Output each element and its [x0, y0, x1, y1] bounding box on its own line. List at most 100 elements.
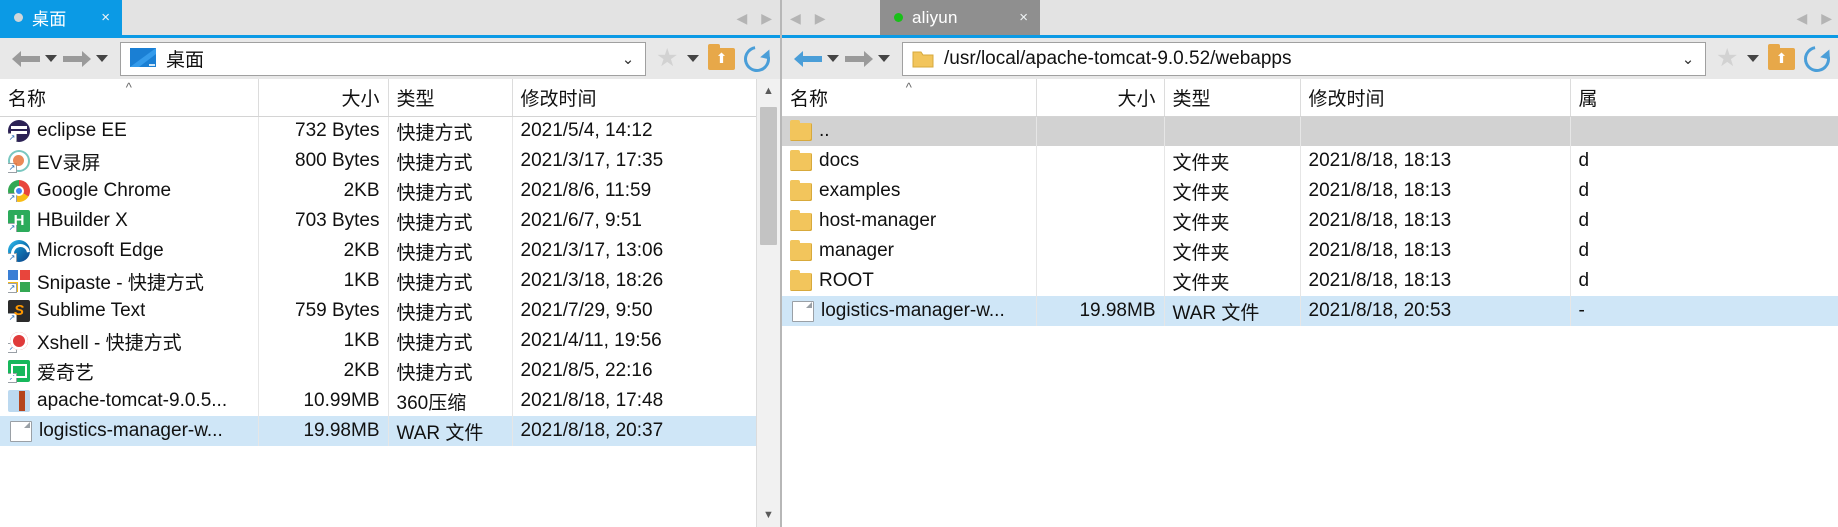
cell-size: [1036, 146, 1165, 176]
table-row[interactable]: ROOT 文件夹 2021/8/18, 18:13 d: [782, 266, 1838, 296]
shortcut-overlay-icon: ↗: [8, 133, 17, 143]
table-row[interactable]: ↗ HBuilder X 703 Bytes 快捷方式 2021/6/7, 9:…: [0, 206, 756, 236]
chevron-down-icon[interactable]: ⌄: [615, 50, 641, 68]
cell-name[interactable]: manager: [782, 236, 1037, 266]
cell-size: [1036, 176, 1165, 206]
file-name-label: Snipaste - 快捷方式: [37, 272, 204, 294]
cell-name[interactable]: ↗ eclipse EE: [0, 116, 259, 146]
tab-scroll-next-icon[interactable]: ▶: [815, 11, 826, 25]
table-row[interactable]: ↗ EV录屏 800 Bytes 快捷方式 2021/3/17, 17:35: [0, 146, 756, 176]
tab-scroll-next-end-icon[interactable]: ▶: [1821, 11, 1832, 25]
cell-name[interactable]: examples: [782, 176, 1037, 206]
column-header-name[interactable]: 名称 ^: [782, 79, 1037, 117]
cell-modified: 2021/8/18, 18:13: [1300, 266, 1571, 296]
table-row[interactable]: ↗ Xshell - 快捷方式 1KB 快捷方式 2021/4/11, 19:5…: [0, 326, 756, 356]
forward-button[interactable]: [843, 50, 892, 68]
tab-aliyun[interactable]: aliyun ×: [880, 0, 1040, 35]
cell-name[interactable]: ↗ Snipaste - 快捷方式: [0, 266, 259, 296]
scroll-up-button[interactable]: ▲: [757, 79, 780, 103]
column-header-attributes[interactable]: 属: [1570, 79, 1838, 117]
forward-history-caret-icon[interactable]: [878, 55, 890, 62]
left-file-table: 名称 ^ 大小 类型 修改时间 ↗ eclipse EE 732 Bytes 快…: [0, 79, 756, 446]
forward-history-caret-icon[interactable]: [96, 55, 108, 62]
tab-desktop[interactable]: 桌面 ×: [0, 0, 122, 35]
cell-name[interactable]: ROOT: [782, 266, 1037, 296]
cell-type: 文件夹: [1164, 206, 1301, 236]
tab-scroll-prev-end-icon[interactable]: ◀: [1796, 11, 1807, 25]
table-row[interactable]: ↗ Google Chrome 2KB 快捷方式 2021/8/6, 11:59: [0, 176, 756, 206]
file-name-label: ROOT: [819, 270, 874, 291]
cell-name[interactable]: ..: [782, 116, 1037, 146]
table-row[interactable]: ↗ 爱奇艺 2KB 快捷方式 2021/8/5, 22:16: [0, 356, 756, 386]
cell-name[interactable]: ↗ Google Chrome: [0, 176, 259, 206]
bookmark-caret-icon[interactable]: [687, 55, 699, 62]
close-icon[interactable]: ×: [1003, 10, 1028, 25]
left-address-bar[interactable]: 桌面 ⌄: [120, 41, 646, 76]
tab-scroll-prev-icon[interactable]: ◀: [790, 11, 801, 25]
file-name-label: 爱奇艺: [37, 362, 95, 384]
cell-name[interactable]: ↗ HBuilder X: [0, 206, 259, 236]
file-name-label: docs: [819, 150, 860, 171]
refresh-icon[interactable]: [1798, 40, 1836, 77]
table-row[interactable]: examples 文件夹 2021/8/18, 18:13 d: [782, 176, 1838, 206]
cell-name[interactable]: logistics-manager-w...: [782, 296, 1037, 326]
cell-name[interactable]: ↗ Microsoft Edge: [0, 236, 259, 266]
back-history-caret-icon[interactable]: [45, 55, 57, 62]
tab-scroll-prev-icon[interactable]: ◀: [736, 11, 747, 25]
column-header-type[interactable]: 类型: [388, 79, 513, 117]
cell-name[interactable]: logistics-manager-w...: [0, 416, 259, 446]
tab-scroll-next-icon[interactable]: ▶: [761, 11, 772, 25]
cell-name[interactable]: ↗ EV录屏: [0, 146, 259, 176]
scroll-thumb[interactable]: [760, 107, 777, 245]
scroll-down-button[interactable]: ▼: [757, 503, 780, 527]
chevron-down-icon[interactable]: ⌄: [1675, 50, 1701, 68]
cell-name[interactable]: host-manager: [782, 206, 1037, 236]
table-row[interactable]: manager 文件夹 2021/8/18, 18:13 d: [782, 236, 1838, 266]
column-header-name[interactable]: 名称 ^: [0, 79, 259, 117]
left-vertical-scrollbar[interactable]: ▲ ▼: [756, 79, 780, 527]
folder-up-icon[interactable]: [708, 43, 735, 70]
table-row[interactable]: ..: [782, 116, 1838, 146]
cell-type: 快捷方式: [388, 266, 513, 296]
eclipse-icon: ↗: [8, 120, 30, 143]
column-header-modified[interactable]: 修改时间: [1300, 79, 1571, 117]
star-icon[interactable]: ★: [1716, 46, 1738, 71]
table-row[interactable]: logistics-manager-w... 19.98MB WAR 文件 20…: [782, 296, 1838, 326]
table-row[interactable]: ↗ Microsoft Edge 2KB 快捷方式 2021/3/17, 13:…: [0, 236, 756, 266]
right-address-bar[interactable]: /usr/local/apache-tomcat-9.0.52/webapps …: [902, 41, 1706, 76]
cell-name[interactable]: apache-tomcat-9.0.5...: [0, 386, 259, 416]
bookmark-caret-icon[interactable]: [1747, 55, 1759, 62]
cell-modified: 2021/4/11, 19:56: [520, 330, 662, 351]
back-button[interactable]: [792, 50, 841, 68]
forward-button[interactable]: [61, 50, 110, 68]
table-row[interactable]: host-manager 文件夹 2021/8/18, 18:13 d: [782, 206, 1838, 236]
column-header-size[interactable]: 大小: [1036, 79, 1165, 117]
scroll-track[interactable]: [757, 103, 780, 503]
table-row[interactable]: ↗ Snipaste - 快捷方式 1KB 快捷方式 2021/3/18, 18…: [0, 266, 756, 296]
table-row[interactable]: docs 文件夹 2021/8/18, 18:13 d: [782, 146, 1838, 176]
back-history-caret-icon[interactable]: [827, 55, 839, 62]
cell-name[interactable]: docs: [782, 146, 1037, 176]
cell-name[interactable]: ↗ Sublime Text: [0, 296, 259, 326]
table-row[interactable]: logistics-manager-w... 19.98MB WAR 文件 20…: [0, 416, 756, 446]
cell-modified: 2021/3/18, 18:26: [520, 270, 664, 291]
table-row[interactable]: ↗ eclipse EE 732 Bytes 快捷方式 2021/5/4, 14…: [0, 116, 756, 146]
folder-up-icon[interactable]: [1768, 43, 1795, 70]
column-header-modified[interactable]: 修改时间: [512, 79, 756, 117]
back-button[interactable]: [10, 50, 59, 68]
cell-modified: 2021/8/5, 22:16: [520, 360, 653, 381]
column-header-type[interactable]: 类型: [1164, 79, 1301, 117]
cell-type: WAR 文件: [388, 416, 513, 446]
cell-name[interactable]: ↗ Xshell - 快捷方式: [0, 326, 259, 356]
table-row[interactable]: ↗ Sublime Text 759 Bytes 快捷方式 2021/7/29,…: [0, 296, 756, 326]
cell-attributes: d: [1578, 270, 1590, 291]
cell-name[interactable]: ↗ 爱奇艺: [0, 356, 259, 386]
refresh-icon[interactable]: [738, 40, 776, 77]
column-header-size[interactable]: 大小: [258, 79, 389, 117]
right-toolbar-icons: ★: [1712, 40, 1836, 77]
cell-size: 2KB: [258, 356, 389, 386]
star-icon[interactable]: ★: [656, 46, 678, 71]
close-icon[interactable]: ×: [85, 10, 110, 25]
right-address-value: /usr/local/apache-tomcat-9.0.52/webapps: [944, 47, 1292, 69]
table-row[interactable]: apache-tomcat-9.0.5... 10.99MB 360压缩 202…: [0, 386, 756, 416]
